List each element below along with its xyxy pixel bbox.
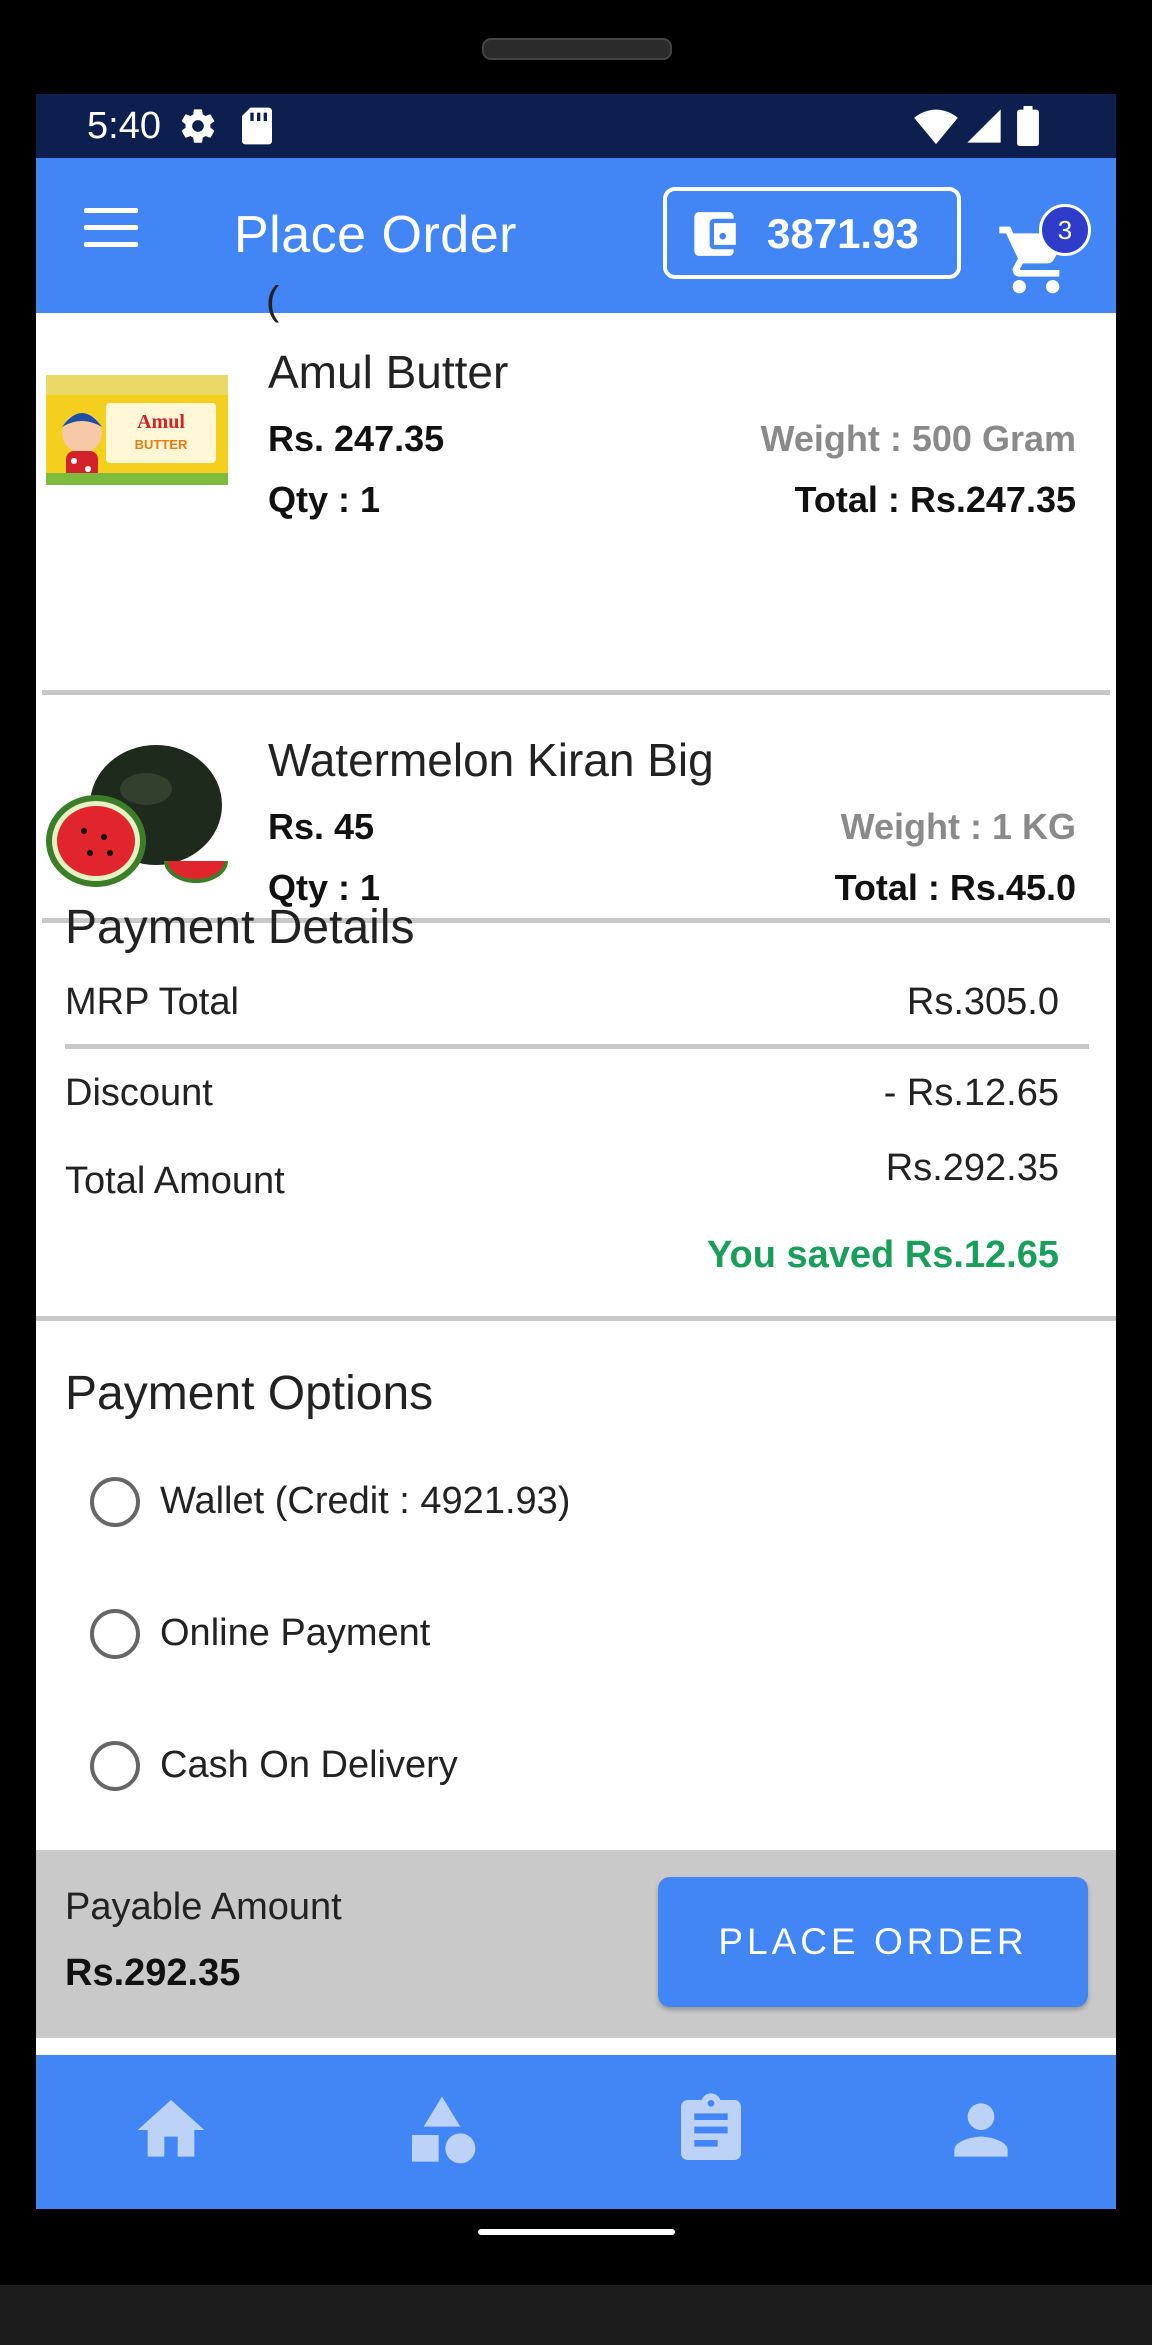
payable-amount-label: Payable Amount <box>65 1886 342 1928</box>
device-speaker <box>482 38 672 60</box>
device-frame-right <box>1116 0 1152 2345</box>
page-title: Place Order <box>234 206 517 264</box>
payment-option-wallet[interactable]: Wallet (Credit : 4921.93) <box>90 1472 890 1542</box>
item-weight: Weight : 500 Gram <box>760 418 1076 459</box>
menu-icon <box>84 208 138 213</box>
gesture-home-bar[interactable] <box>478 2229 675 2235</box>
wallet-button[interactable]: 3871.93 <box>663 187 961 279</box>
payment-details-title: Payment Details <box>65 901 415 954</box>
discount-label: Discount <box>65 1072 213 1114</box>
total-amount-label: Total Amount <box>65 1160 285 1202</box>
app-screen: 5:40 Place Order 3871.93 3 (Amul BUTTER… <box>36 94 1116 2209</box>
app-bar: Place Order 3871.93 3 <box>36 158 1116 313</box>
payment-option-label: Cash On Delivery <box>160 1744 458 1786</box>
profile-icon <box>954 2103 1008 2157</box>
payment-options-title: Payment Options <box>65 1367 434 1420</box>
butter-product-text: BUTTER <box>135 437 188 452</box>
radio-button[interactable] <box>90 1609 140 1659</box>
payment-option-cod[interactable]: Cash On Delivery <box>90 1736 890 1806</box>
mrp-total-label: MRP Total <box>65 981 239 1023</box>
nav-orders[interactable] <box>671 2090 751 2170</box>
device-frame-left <box>0 0 36 2345</box>
item-price: Rs. 45 <box>268 806 375 847</box>
bottom-navigation <box>36 2055 1116 2209</box>
device-frame-foot <box>0 2285 1152 2345</box>
cart-button[interactable]: 3 <box>996 190 1106 300</box>
item-name: Amul Butter <box>268 346 509 398</box>
payment-option-label: Wallet (Credit : 4921.93) <box>160 1480 571 1522</box>
sd-card-icon <box>242 107 272 145</box>
menu-icon-bar <box>84 225 138 230</box>
wallet-icon <box>694 212 736 256</box>
item-price: Rs. 247.35 <box>268 418 445 459</box>
status-bar: 5:40 <box>36 94 1116 158</box>
orders-icon <box>681 2093 741 2160</box>
mrp-total-value: Rs.305.0 <box>906 981 1059 1023</box>
radio-button[interactable] <box>90 1741 140 1791</box>
categories-icon <box>412 2096 476 2164</box>
section-divider <box>36 1316 1116 1321</box>
cart-count-badge: 3 <box>1039 204 1091 256</box>
item-total: Total : Rs.247.35 <box>794 479 1076 520</box>
butter-brand-text: Amul <box>137 411 185 433</box>
home-icon <box>137 2100 205 2157</box>
total-amount-value: Rs.292.35 <box>885 1147 1059 1189</box>
item-name: Watermelon Kiran Big <box>268 734 714 786</box>
cell-signal-icon <box>967 109 1001 143</box>
device-frame-top <box>0 0 1152 94</box>
nav-home[interactable] <box>131 2090 211 2170</box>
list-item[interactable]: Watermelon Kiran Big Rs. 45 Qty : 1 Weig… <box>36 701 1116 927</box>
status-time: 5:40 <box>87 105 161 147</box>
list-item[interactable]: Amul BUTTER Amul Butter Rs. 247.35 Qty :… <box>36 313 1116 539</box>
payment-details-divider <box>65 1044 1089 1049</box>
radio-button[interactable] <box>90 1477 140 1527</box>
place-order-button[interactable]: PLACE ORDER <box>658 1877 1088 2007</box>
nav-profile[interactable] <box>941 2090 1021 2170</box>
nav-categories[interactable] <box>402 2090 482 2170</box>
payment-option-online[interactable]: Online Payment <box>90 1604 890 1674</box>
battery-icon <box>1017 106 1039 146</box>
payable-amount-value: Rs.292.35 <box>65 1952 241 1994</box>
savings-text: You saved Rs.12.65 <box>706 1234 1059 1276</box>
item-weight: Weight : 1 KG <box>840 806 1076 847</box>
menu-button[interactable] <box>84 208 138 248</box>
discount-value: - Rs.12.65 <box>883 1072 1059 1114</box>
item-divider <box>42 690 1110 695</box>
menu-icon-bar <box>84 242 138 247</box>
amul-butter-image: Amul BUTTER <box>46 375 228 485</box>
payment-option-label: Online Payment <box>160 1612 431 1654</box>
checkout-bar: Payable Amount Rs.292.35 PLACE ORDER <box>36 1850 1116 2038</box>
item-qty: Qty : 1 <box>268 479 381 520</box>
wallet-balance: 3871.93 <box>767 210 919 257</box>
watermelon-image <box>46 745 228 887</box>
settings-icon <box>181 109 215 143</box>
wifi-icon <box>914 109 958 145</box>
item-total: Total : Rs.45.0 <box>834 867 1076 908</box>
